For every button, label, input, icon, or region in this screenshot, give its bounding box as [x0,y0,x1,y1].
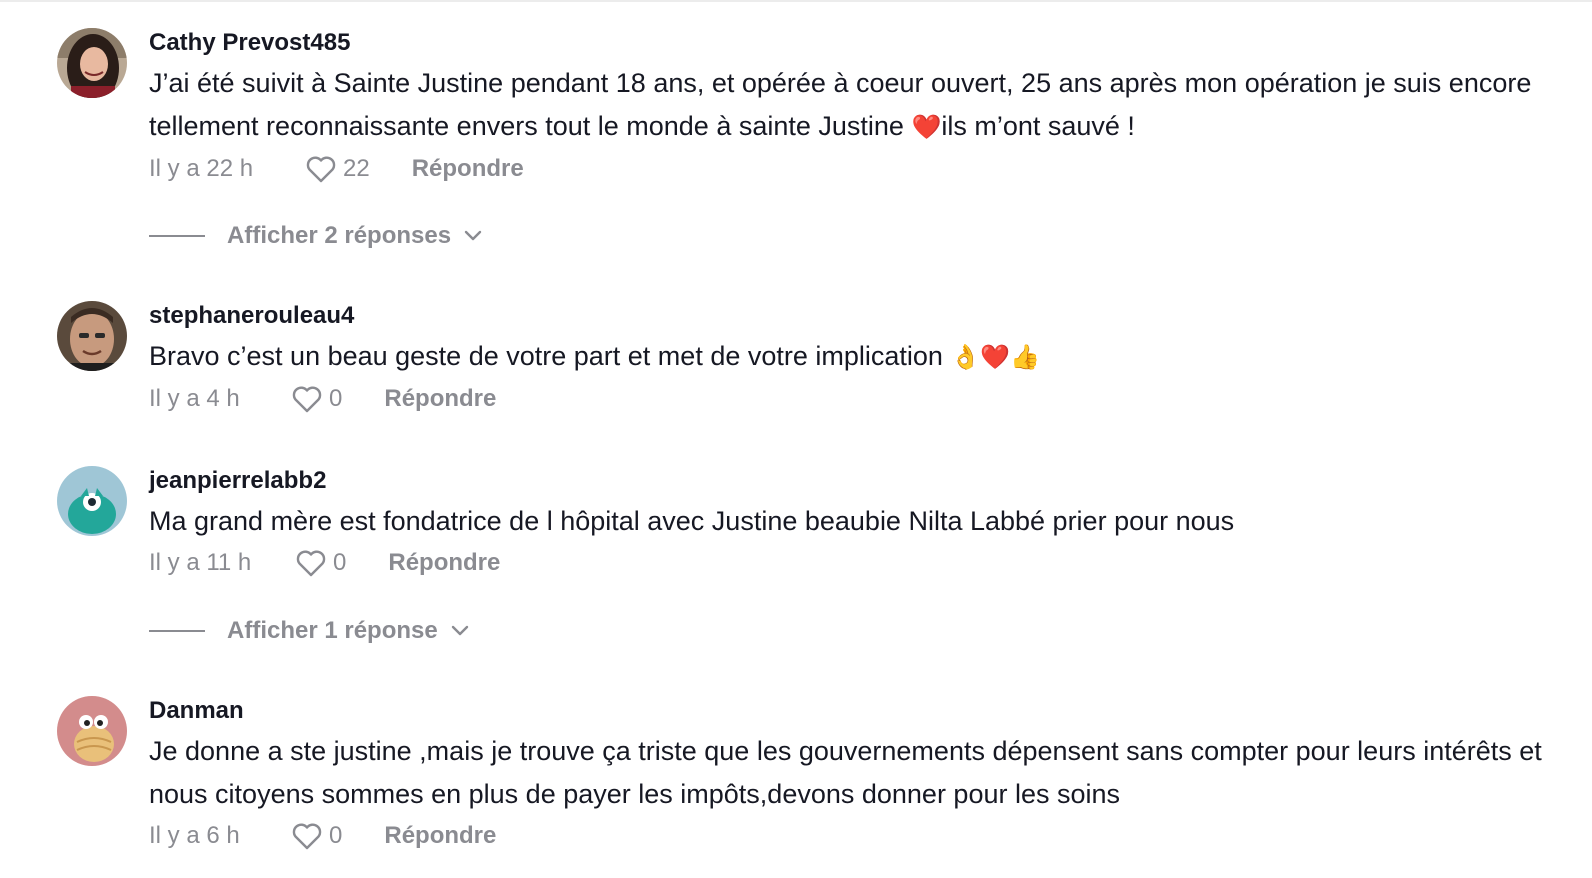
heart-outline-icon [306,156,336,183]
view-replies-button[interactable]: Afficher 1 réponse [149,617,470,645]
reply-button[interactable]: Répondre [384,385,496,413]
comment-username[interactable]: Cathy Prevost485 [149,28,1569,58]
comment-text: Je donne a ste justine ,mais je trouve ç… [149,736,1542,809]
top-divider [0,0,1592,2]
divider-line [149,235,205,237]
like-count: 0 [329,385,343,412]
like-button[interactable]: 0 [295,548,346,578]
like-count: 22 [343,155,370,182]
chevron-down-icon [464,230,482,241]
comment-text: Bravo c’est un beau geste de votre part … [149,341,1041,371]
view-replies-button[interactable]: Afficher 2 réponses [149,222,483,250]
comment-username[interactable]: jeanpierrelabb2 [149,466,1569,496]
like-count: 0 [333,549,347,576]
comment-username[interactable]: stephanerouleau4 [149,301,1569,331]
chevron-down-icon [451,625,468,636]
avatar[interactable] [57,466,127,536]
heart-outline-icon [292,823,322,850]
avatar[interactable] [57,696,127,766]
reaction-emojis: 👌❤️👍 [950,344,1041,371]
divider-line [149,630,205,632]
avatar[interactable] [57,301,127,371]
like-button[interactable]: 0 [291,821,342,851]
comment-text: Ma grand mère est fondatrice de l hôpita… [149,506,1235,536]
like-button[interactable]: 22 [305,154,370,184]
heart-emoji: ❤️ [911,114,942,141]
reply-button[interactable]: Répondre [412,155,524,183]
comment-username[interactable]: Danman [149,696,1569,726]
like-count: 0 [329,822,343,849]
view-replies-label: Afficher 2 réponses [227,222,452,249]
reply-button[interactable]: Répondre [388,549,500,577]
comment-timestamp: Il y a 11 h [149,549,252,576]
like-button[interactable]: 0 [291,384,342,414]
comment-timestamp: Il y a 6 h [149,822,240,849]
view-replies-label: Afficher 1 réponse [227,617,438,644]
comment-timestamp: Il y a 4 h [149,385,240,412]
comment-timestamp: Il y a 22 h [149,155,254,182]
heart-outline-icon [292,386,322,413]
heart-outline-icon [296,550,326,577]
comment-text: J’ai été suivit à Sainte Justine pendant… [149,68,1532,141]
reply-button[interactable]: Répondre [384,822,496,850]
avatar[interactable] [57,28,127,98]
